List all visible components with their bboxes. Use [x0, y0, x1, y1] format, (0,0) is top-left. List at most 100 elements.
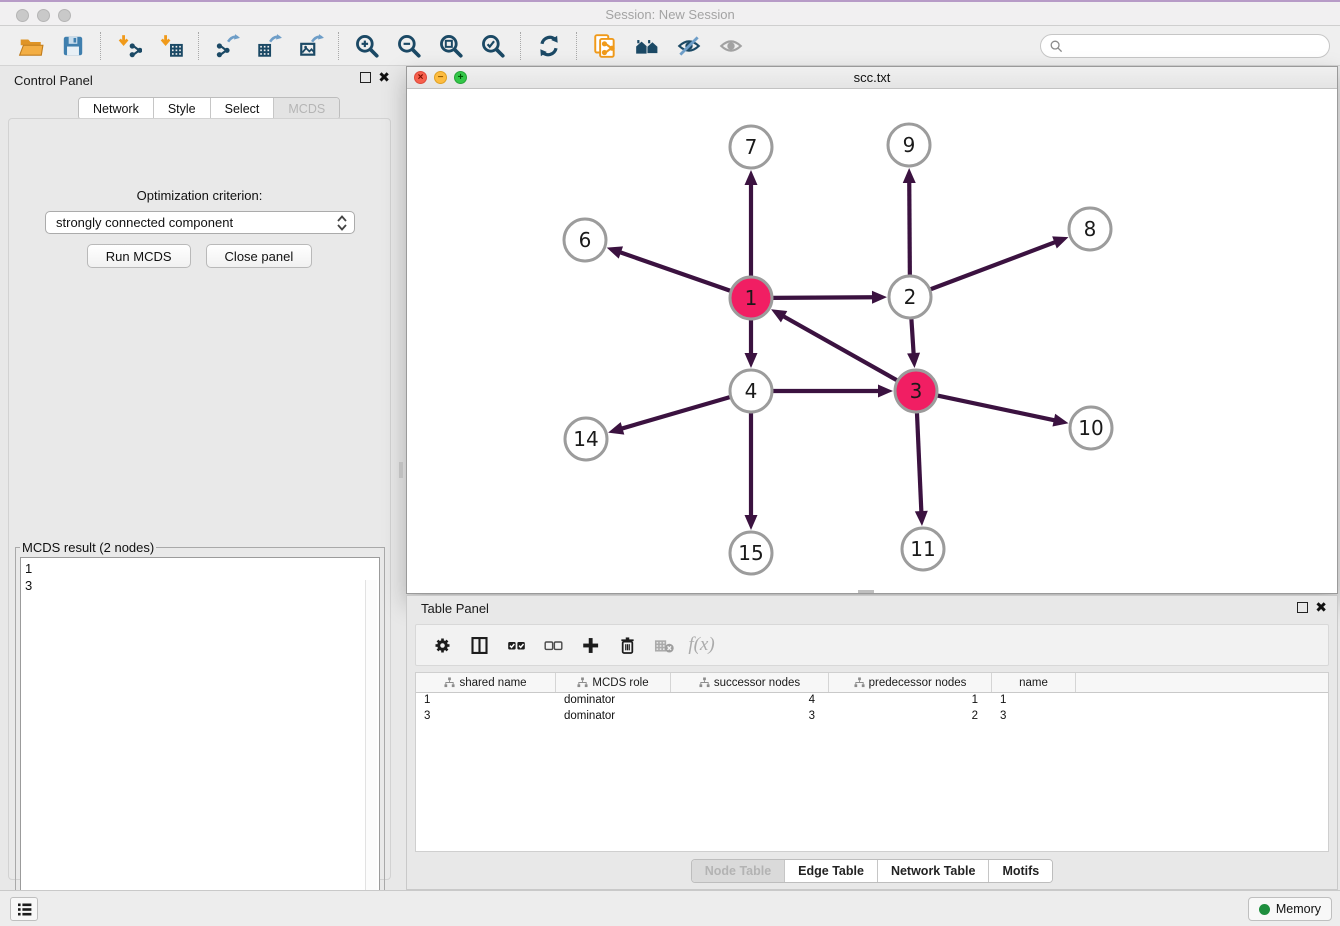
graph-edge-3-10[interactable]	[938, 396, 1069, 427]
node-table-rows: 1dominator4113dominator323	[416, 693, 1328, 725]
table-cell[interactable]: 2	[829, 709, 992, 725]
show-all-icon	[718, 33, 744, 59]
task-history-button[interactable]	[10, 897, 38, 921]
graph-node-1[interactable]: 1	[730, 277, 772, 319]
memory-button[interactable]: Memory	[1248, 897, 1332, 921]
graph-edge-4-15[interactable]	[745, 413, 758, 530]
select-all-rows-button[interactable]	[498, 630, 535, 660]
mcds-tab-content: Optimization criterion: strongly connect…	[8, 118, 391, 880]
tab-node-table[interactable]: Node Table	[692, 860, 785, 882]
graph-edge-2-9[interactable]	[903, 168, 916, 275]
table-row[interactable]: 3dominator323	[416, 709, 1328, 725]
table-cell[interactable]: dominator	[556, 693, 671, 709]
mcds-result-textarea[interactable]: 1 3	[20, 557, 380, 909]
show-columns-button[interactable]	[461, 630, 498, 660]
table-cell[interactable]: dominator	[556, 709, 671, 725]
run-mcds-button[interactable]: Run MCDS	[87, 244, 191, 268]
first-neighbors-button[interactable]	[626, 29, 668, 63]
zoom-selected-button[interactable]	[472, 29, 514, 63]
export-table-icon	[256, 33, 282, 59]
column-header-name[interactable]: name	[992, 673, 1076, 692]
close-panel-icon[interactable]: ✖	[378, 72, 390, 83]
clone-network-button[interactable]	[584, 29, 626, 63]
criterion-dropdown[interactable]: strongly connected component	[45, 211, 355, 234]
column-header-shared-name[interactable]: shared name	[416, 673, 556, 692]
clone-network-icon	[592, 33, 618, 59]
float-panel-icon[interactable]	[360, 72, 371, 83]
search-input[interactable]	[1063, 37, 1329, 55]
graph-node-2[interactable]: 2	[889, 276, 931, 318]
svg-text:11: 11	[910, 537, 935, 561]
graph-edge-2-8[interactable]	[931, 236, 1069, 289]
tab-network[interactable]: Network	[79, 98, 154, 119]
toolbar-separator	[100, 32, 102, 60]
table-cell[interactable]: 4	[671, 693, 829, 709]
network-window-titlebar[interactable]: × − + scc.txt	[407, 67, 1337, 89]
save-session-button[interactable]	[52, 29, 94, 63]
graph-node-11[interactable]: 11	[902, 528, 944, 570]
refresh-layout-button[interactable]	[528, 29, 570, 63]
zoom-fit-button[interactable]	[430, 29, 472, 63]
graph-edge-1-2[interactable]	[773, 291, 887, 304]
graph-node-4[interactable]: 4	[730, 370, 772, 412]
graph-node-10[interactable]: 10	[1070, 407, 1112, 449]
column-header-MCDS-role[interactable]: MCDS role	[556, 673, 671, 692]
column-header-successor-nodes[interactable]: successor nodes	[671, 673, 829, 692]
application-window: Session: New Session Control Panel ✖ Net…	[0, 0, 1340, 926]
horizontal-splitter-handle[interactable]	[858, 590, 874, 593]
zoom-in-button[interactable]	[346, 29, 388, 63]
graph-node-14[interactable]: 14	[565, 418, 607, 460]
graph-edge-1-7[interactable]	[745, 170, 758, 276]
float-table-panel-icon[interactable]	[1297, 602, 1308, 613]
tab-style[interactable]: Style	[154, 98, 211, 119]
graph-edge-4-3[interactable]	[773, 385, 893, 398]
table-cell[interactable]: 3	[416, 709, 556, 725]
zoom-out-button[interactable]	[388, 29, 430, 63]
graph-edge-2-3[interactable]	[907, 319, 920, 368]
graph-node-3[interactable]: 3	[895, 370, 937, 412]
import-network-button[interactable]	[108, 29, 150, 63]
graph-edge-4-14[interactable]	[608, 397, 730, 434]
graph-node-8[interactable]: 8	[1069, 208, 1111, 250]
table-cell[interactable]: 1	[829, 693, 992, 709]
table-settings-button[interactable]	[424, 630, 461, 660]
tab-select[interactable]: Select	[211, 98, 275, 119]
graph-node-7[interactable]: 7	[730, 126, 772, 168]
tab-motifs[interactable]: Motifs	[989, 860, 1052, 882]
graph-node-15[interactable]: 15	[730, 532, 772, 574]
deselect-all-rows-button[interactable]	[535, 630, 572, 660]
add-column-button[interactable]	[572, 630, 609, 660]
export-network-button[interactable]	[206, 29, 248, 63]
svg-text:8: 8	[1084, 217, 1097, 241]
table-cell[interactable]: 1	[416, 693, 556, 709]
tab-mcds[interactable]: MCDS	[274, 98, 339, 119]
table-cell[interactable]: 1	[992, 693, 1076, 709]
table-cell[interactable]: 3	[992, 709, 1076, 725]
graph-edge-3-1[interactable]	[771, 309, 897, 380]
graph-edge-1-6[interactable]	[607, 246, 731, 290]
import-table-button[interactable]	[150, 29, 192, 63]
export-image-button[interactable]	[290, 29, 332, 63]
toolbar-separator	[198, 32, 200, 60]
search-box[interactable]	[1040, 34, 1330, 58]
graph-edge-3-11[interactable]	[915, 413, 928, 526]
graph-edge-1-4[interactable]	[745, 320, 758, 368]
delete-column-button[interactable]	[609, 630, 646, 660]
open-file-button[interactable]	[10, 29, 52, 63]
vertical-splitter-handle[interactable]	[399, 462, 403, 478]
export-table-button[interactable]	[248, 29, 290, 63]
result-scrollbar[interactable]	[365, 580, 377, 926]
close-panel-button[interactable]: Close panel	[206, 244, 313, 268]
tab-network-table[interactable]: Network Table	[878, 860, 990, 882]
toolbar-separator	[576, 32, 578, 60]
network-canvas[interactable]: 7 9 6 8 1 2 4 3 14 10 15 11	[407, 89, 1337, 593]
hide-selected-button[interactable]	[668, 29, 710, 63]
table-cell[interactable]: 3	[671, 709, 829, 725]
import-network-icon	[116, 33, 142, 59]
table-row[interactable]: 1dominator411	[416, 693, 1328, 709]
tab-edge-table[interactable]: Edge Table	[785, 860, 878, 882]
graph-node-6[interactable]: 6	[564, 219, 606, 261]
close-table-panel-icon[interactable]: ✖	[1315, 602, 1327, 613]
column-header-predecessor-nodes[interactable]: predecessor nodes	[829, 673, 992, 692]
graph-node-9[interactable]: 9	[888, 124, 930, 166]
